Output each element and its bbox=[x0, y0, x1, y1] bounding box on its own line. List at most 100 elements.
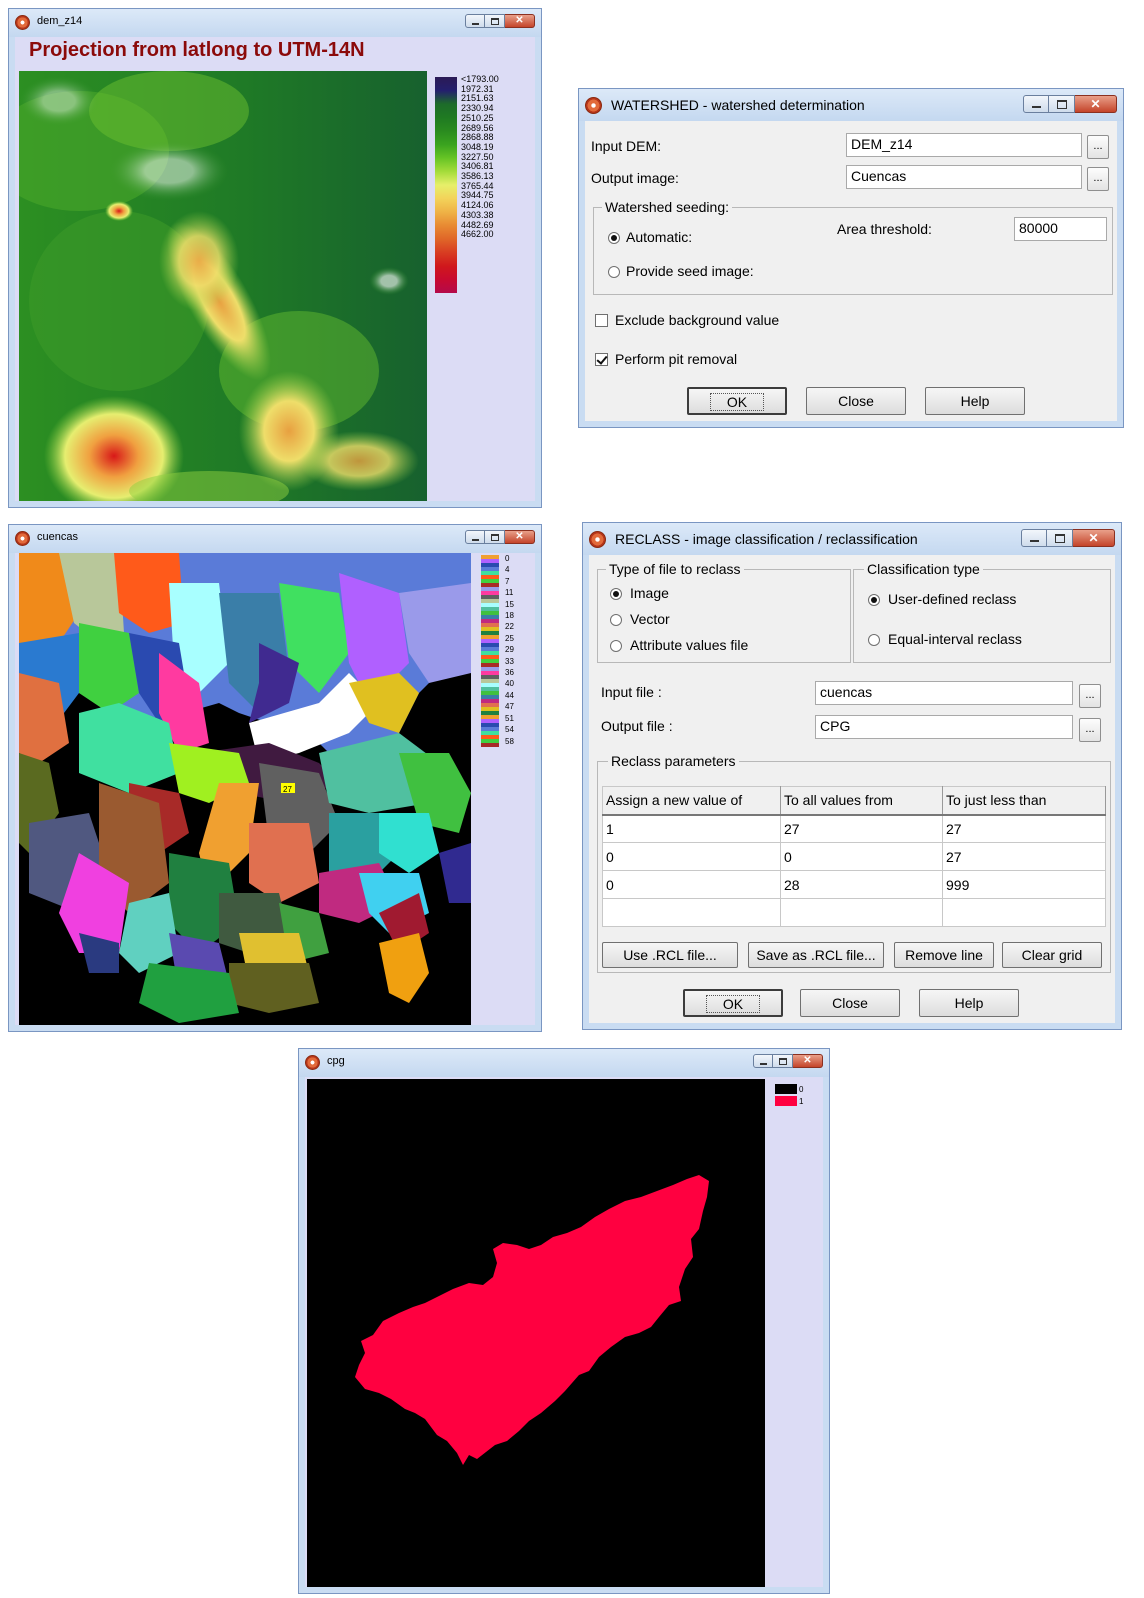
dem-window[interactable]: dem_z14 Projection from latlong to UTM-1… bbox=[8, 8, 542, 508]
cpg-window[interactable]: cpg 0 1 bbox=[298, 1048, 830, 1594]
dem-client: Projection from latlong to UTM-14N <1793… bbox=[15, 37, 535, 501]
maximize-button[interactable] bbox=[485, 530, 505, 544]
maximize-button[interactable] bbox=[773, 1054, 793, 1068]
table-row[interactable]: 0 28 999 bbox=[602, 870, 1106, 899]
close-button[interactable] bbox=[505, 530, 535, 544]
grid-header-to[interactable]: To just less than bbox=[942, 786, 1106, 816]
dem-titlebar[interactable]: dem_z14 bbox=[9, 9, 541, 37]
grid-cell[interactable]: 999 bbox=[942, 870, 1106, 899]
basin-color-ramp bbox=[481, 555, 499, 747]
close-button[interactable] bbox=[1073, 529, 1115, 547]
pit-removal-label: Perform pit removal bbox=[615, 351, 738, 367]
user-defined-radio[interactable] bbox=[868, 594, 880, 606]
minimize-button[interactable] bbox=[1021, 529, 1047, 547]
output-image-browse-button[interactable]: ... bbox=[1087, 167, 1109, 191]
type-attribute-radio[interactable] bbox=[610, 640, 622, 652]
grid-cell[interactable]: 0 bbox=[780, 842, 943, 871]
pit-removal-checkbox[interactable] bbox=[595, 353, 608, 366]
cpg-legend: 0 1 bbox=[775, 1083, 803, 1107]
basin-legend-label: 22 bbox=[505, 622, 514, 632]
grid-cell[interactable]: 27 bbox=[942, 842, 1106, 871]
equal-interval-label: Equal-interval reclass bbox=[888, 631, 1022, 647]
watershed-dialog[interactable]: WATERSHED - watershed determination Inpu… bbox=[578, 88, 1124, 428]
dem-map[interactable] bbox=[19, 71, 427, 501]
grid-header-from[interactable]: To all values from bbox=[780, 786, 943, 816]
type-image-radio[interactable] bbox=[610, 588, 622, 600]
basin-legend-label: 11 bbox=[505, 588, 514, 598]
app-icon bbox=[589, 531, 606, 548]
cpg-map[interactable] bbox=[307, 1079, 765, 1587]
close-button[interactable] bbox=[793, 1054, 823, 1068]
ok-button[interactable]: OK bbox=[687, 387, 787, 415]
output-file-field[interactable]: CPG bbox=[815, 715, 1073, 739]
grid-cell[interactable]: 27 bbox=[942, 814, 1106, 843]
cpg-titlebar[interactable]: cpg bbox=[299, 1049, 829, 1077]
reclass-parameters-group: Reclass parameters Assign a new value of… bbox=[597, 753, 1111, 973]
maximize-button[interactable] bbox=[1047, 529, 1073, 547]
cpg-client: 0 1 bbox=[305, 1077, 823, 1587]
watershed-dialog-title: WATERSHED - watershed determination bbox=[611, 97, 865, 113]
help-button[interactable]: Help bbox=[919, 989, 1019, 1017]
table-row[interactable]: 0 0 27 bbox=[602, 842, 1106, 871]
close-dialog-button[interactable]: Close bbox=[800, 989, 900, 1017]
input-file-field[interactable]: cuencas bbox=[815, 681, 1073, 705]
help-button[interactable]: Help bbox=[925, 387, 1025, 415]
watershed-titlebar[interactable]: WATERSHED - watershed determination bbox=[579, 89, 1123, 121]
grid-cell[interactable]: 27 bbox=[780, 814, 943, 843]
maximize-button[interactable] bbox=[485, 14, 505, 28]
provide-seed-label: Provide seed image: bbox=[626, 263, 754, 279]
output-image-field[interactable]: Cuencas bbox=[846, 165, 1082, 189]
cuencas-window[interactable]: cuencas ✕ 27 0 4 7 11 15 18 22 25 29 33 … bbox=[8, 524, 542, 1032]
app-icon bbox=[305, 1055, 320, 1070]
basin-legend-label: 33 bbox=[505, 656, 514, 666]
minimize-button[interactable] bbox=[465, 14, 485, 28]
grid-cell[interactable] bbox=[602, 898, 781, 927]
table-row[interactable] bbox=[602, 898, 1106, 927]
grid-cell[interactable]: 0 bbox=[602, 870, 781, 899]
classification-type-group: Classification type User-defined reclass… bbox=[853, 561, 1111, 663]
type-vector-radio[interactable] bbox=[610, 614, 622, 626]
minimize-button[interactable] bbox=[753, 1054, 773, 1068]
automatic-radio[interactable] bbox=[608, 232, 620, 244]
type-image-label: Image bbox=[630, 585, 669, 601]
remove-line-button[interactable]: Remove line bbox=[894, 942, 994, 968]
equal-interval-radio[interactable] bbox=[868, 634, 880, 646]
clear-grid-button[interactable]: Clear grid bbox=[1002, 942, 1102, 968]
input-dem-label: Input DEM: bbox=[591, 138, 662, 154]
basin-legend: 0 4 7 11 15 18 22 25 29 33 36 40 44 47 51 54 58 bbox=[505, 553, 514, 747]
reclass-grid[interactable]: Assign a new value of To all values from… bbox=[602, 786, 1106, 927]
minimize-button[interactable] bbox=[1023, 95, 1049, 113]
close-button[interactable] bbox=[505, 14, 535, 28]
input-file-browse-button[interactable]: ... bbox=[1079, 684, 1101, 708]
cuencas-map[interactable]: 27 bbox=[19, 553, 471, 1025]
table-row[interactable]: 1 27 27 bbox=[602, 814, 1106, 843]
provide-seed-radio[interactable] bbox=[608, 266, 620, 278]
use-rcl-button[interactable]: Use .RCL file... bbox=[602, 942, 738, 968]
input-dem-browse-button[interactable]: ... bbox=[1087, 135, 1109, 159]
grid-cell[interactable]: 28 bbox=[780, 870, 943, 899]
close-button[interactable] bbox=[1075, 95, 1117, 113]
grid-cell[interactable] bbox=[942, 898, 1106, 927]
reclass-client: Type of file to reclass Image Vector Att… bbox=[589, 555, 1115, 1023]
reclass-dialog[interactable]: RECLASS - image classification / reclass… bbox=[582, 522, 1122, 1030]
maximize-button[interactable] bbox=[1049, 95, 1075, 113]
grid-header-new-value[interactable]: Assign a new value of bbox=[602, 786, 781, 816]
reclass-titlebar[interactable]: RECLASS - image classification / reclass… bbox=[583, 523, 1121, 555]
exclude-background-checkbox[interactable] bbox=[595, 314, 608, 327]
close-dialog-button[interactable]: Close bbox=[806, 387, 906, 415]
minimize-button[interactable] bbox=[465, 530, 485, 544]
output-image-label: Output image: bbox=[591, 170, 679, 186]
area-threshold-field[interactable]: 80000 bbox=[1014, 217, 1107, 241]
input-dem-field[interactable]: DEM_z14 bbox=[846, 133, 1082, 157]
grid-cell[interactable] bbox=[780, 898, 943, 927]
ok-button[interactable]: OK bbox=[683, 989, 783, 1017]
cuencas-titlebar[interactable]: cuencas bbox=[9, 525, 541, 553]
input-file-label: Input file : bbox=[601, 684, 662, 700]
area-threshold-label: Area threshold: bbox=[837, 221, 932, 237]
save-rcl-button[interactable]: Save as .RCL file... bbox=[748, 942, 884, 968]
grid-cell[interactable]: 1 bbox=[602, 814, 781, 843]
basin-legend-label: 15 bbox=[505, 599, 514, 609]
watershed-seeding-group: Watershed seeding: Automatic: Provide se… bbox=[593, 199, 1113, 295]
grid-cell[interactable]: 0 bbox=[602, 842, 781, 871]
output-file-browse-button[interactable]: ... bbox=[1079, 718, 1101, 742]
